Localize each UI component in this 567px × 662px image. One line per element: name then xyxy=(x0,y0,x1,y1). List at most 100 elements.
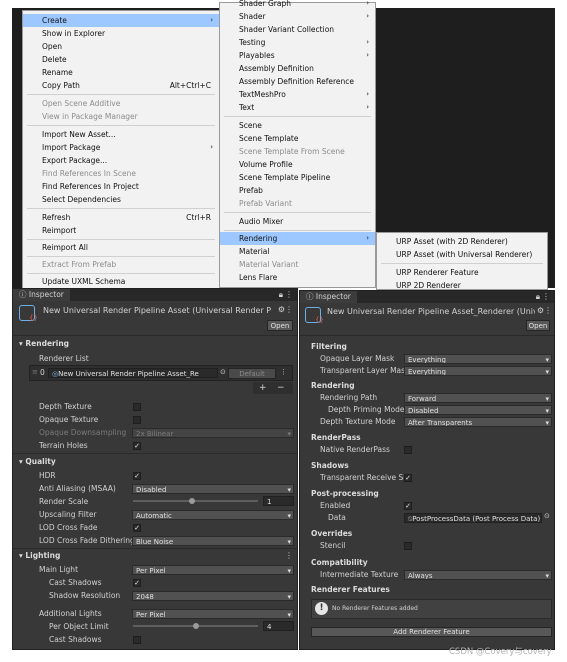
tab-inspector[interactable]: ⓘ Inspector xyxy=(300,291,357,303)
menu-item-find-references-in-project[interactable]: Find References In Project xyxy=(23,180,219,193)
menu-icon[interactable]: ⋮ xyxy=(280,368,287,376)
shadow-resolution-dropdown[interactable]: 2048 xyxy=(132,591,294,601)
default-button[interactable]: Default xyxy=(228,368,276,379)
create-item-playables[interactable]: Playables › xyxy=(220,49,375,62)
lod-cross-fade-checkbox[interactable]: ✓ xyxy=(133,524,141,532)
per-object-limit-slider-handle[interactable] xyxy=(193,623,199,629)
more-icon[interactable]: ⋮ xyxy=(544,306,552,315)
menu-item-copy-path[interactable]: Copy Path Alt+Ctrl+C xyxy=(23,79,219,92)
menu-item-view-in-package-manager[interactable]: View in Package Manager xyxy=(23,110,219,123)
add-renderer-button[interactable]: + xyxy=(259,383,267,393)
create-item-scene-template[interactable]: Scene Template xyxy=(220,132,375,145)
rendering-item-urp-asset-with-universal-renderer[interactable]: URP Asset (with Universal Renderer) xyxy=(377,248,547,261)
transparent-layer-mask-dropdown[interactable]: Everything xyxy=(404,366,552,376)
create-item-testing[interactable]: Testing › xyxy=(220,36,375,49)
render-scale-field[interactable]: 1 xyxy=(263,496,294,506)
open-button[interactable]: Open xyxy=(526,320,550,331)
create-item-shader-variant-collection[interactable]: Shader Variant Collection xyxy=(220,23,375,36)
cast-shadows-checkbox-2[interactable] xyxy=(133,636,141,644)
depth-texture-mode-dropdown[interactable]: After Transparents xyxy=(404,417,552,427)
render-scale-slider[interactable] xyxy=(133,500,258,502)
create-item-scene[interactable]: Scene xyxy=(220,119,375,132)
create-item-shader-graph[interactable]: Shader Graph › xyxy=(220,0,375,10)
menu-item-reimport[interactable]: Reimport xyxy=(23,224,219,237)
menu-item-create[interactable]: Create › xyxy=(23,14,219,27)
menu-item-delete[interactable]: Delete xyxy=(23,53,219,66)
post-processing-enabled-checkbox[interactable]: ✓ xyxy=(404,502,412,510)
section-lighting[interactable]: ▾ Lighting xyxy=(19,551,60,560)
opaque-texture-checkbox[interactable] xyxy=(133,416,141,424)
main-light-label: Main Light xyxy=(39,565,79,574)
opaque-layer-mask-dropdown[interactable]: Everything xyxy=(404,354,552,364)
create-item-material[interactable]: Material xyxy=(220,245,375,258)
intermediate-texture-dropdown[interactable]: Always xyxy=(404,570,552,580)
open-button[interactable]: Open xyxy=(267,320,293,331)
lock-icon[interactable]: 🔒︎ xyxy=(279,290,283,300)
settings-icon[interactable]: ⚙︎ xyxy=(278,305,285,314)
create-item-prefab-variant[interactable]: Prefab Variant xyxy=(220,197,375,210)
native-renderpass-checkbox[interactable] xyxy=(404,446,412,454)
menu-item-import-new-asset[interactable]: Import New Asset... xyxy=(23,128,219,141)
create-item-material-variant[interactable]: Material Variant xyxy=(220,258,375,271)
stencil-checkbox[interactable] xyxy=(404,542,412,550)
create-item-text[interactable]: Text › xyxy=(220,101,375,114)
create-item-scene-template-from-scene[interactable]: Scene Template From Scene xyxy=(220,145,375,158)
create-item-assembly-definition[interactable]: Assembly Definition xyxy=(220,62,375,75)
tab-inspector[interactable]: ⓘ Inspector xyxy=(13,289,70,301)
post-processing-data-field[interactable]: ⍉PostProcessData (Post Process Data) xyxy=(404,513,542,523)
rendering-item-urp-renderer-feature[interactable]: URP Renderer Feature xyxy=(377,266,547,279)
more-icon[interactable]: ⋮ xyxy=(285,551,293,560)
create-item-volume-profile[interactable]: Volume Profile xyxy=(220,158,375,171)
object-picker-icon[interactable]: ⊙ xyxy=(544,512,550,520)
transparent-receive-shadows-label: Transparent Receive Sha xyxy=(320,473,413,482)
more-icon[interactable]: ⋮ xyxy=(285,305,293,314)
rendering-item-urp-asset-with-2d-renderer[interactable]: URP Asset (with 2D Renderer) xyxy=(377,235,547,248)
menu-item-reimport-all[interactable]: Reimport All xyxy=(23,241,219,254)
menu-item-import-package[interactable]: Import Package › xyxy=(23,141,219,154)
menu-item-open[interactable]: Open xyxy=(23,40,219,53)
opaque-downsampling-dropdown[interactable]: 2x Bilinear xyxy=(132,428,294,438)
create-item-audio-mixer[interactable]: Audio Mixer xyxy=(220,215,375,228)
msaa-dropdown[interactable]: Disabled xyxy=(132,484,294,494)
create-item-prefab[interactable]: Prefab xyxy=(220,184,375,197)
object-picker-icon[interactable]: ⊙ xyxy=(220,368,226,376)
menu-item-select-dependencies[interactable]: Select Dependencies xyxy=(23,193,219,206)
menu-item-open-scene-additive[interactable]: Open Scene Additive xyxy=(23,97,219,110)
main-light-dropdown[interactable]: Per Pixel xyxy=(132,565,294,575)
depth-priming-mode-dropdown[interactable]: Disabled xyxy=(404,405,552,415)
menu-item-find-references-in-scene[interactable]: Find References In Scene xyxy=(23,167,219,180)
create-item-textmeshpro[interactable]: TextMeshPro › xyxy=(220,88,375,101)
create-item-scene-template-pipeline[interactable]: Scene Template Pipeline xyxy=(220,171,375,184)
lock-icon[interactable]: 🔒︎ xyxy=(536,292,540,302)
rendering-path-dropdown[interactable]: Forward xyxy=(404,393,552,403)
per-object-limit-field[interactable]: 4 xyxy=(263,621,294,631)
depth-texture-checkbox[interactable] xyxy=(133,403,141,411)
create-item-shader[interactable]: Shader › xyxy=(220,10,375,23)
create-item-lens-flare[interactable]: Lens Flare xyxy=(220,271,375,284)
additional-lights-dropdown[interactable]: Per Pixel xyxy=(132,609,294,619)
menu-item-update-uxml-schema[interactable]: Update UXML Schema xyxy=(23,275,219,288)
menu-item-export-package[interactable]: Export Package... xyxy=(23,154,219,167)
transparent-receive-shadows-checkbox[interactable]: ✓ xyxy=(404,474,412,482)
renderer-object-field[interactable]: ◎New Universal Render Pipeline Asset_Re xyxy=(48,368,218,378)
terrain-holes-checkbox[interactable]: ✓ xyxy=(133,442,141,450)
create-item-assembly-definition-reference[interactable]: Assembly Definition Reference xyxy=(220,75,375,88)
hdr-checkbox[interactable]: ✓ xyxy=(133,472,141,480)
menu-item-extract-from-prefab[interactable]: Extract From Prefab xyxy=(23,258,219,271)
menu-item-rename[interactable]: Rename xyxy=(23,66,219,79)
settings-icon[interactable]: ⚙︎ xyxy=(537,306,544,315)
cast-shadows-checkbox[interactable]: ✓ xyxy=(133,579,141,587)
section-rendering[interactable]: ▾ Rendering xyxy=(19,339,69,348)
render-scale-slider-handle[interactable] xyxy=(189,498,195,504)
remove-renderer-button[interactable]: − xyxy=(277,383,285,393)
menu-item-refresh[interactable]: Refresh Ctrl+R xyxy=(23,211,219,224)
menu-item-show-in-explorer[interactable]: Show in Explorer xyxy=(23,27,219,40)
more-menu-icon[interactable]: ⋮ xyxy=(285,290,293,299)
create-item-rendering[interactable]: Rendering › xyxy=(220,232,375,245)
drag-handle-icon[interactable]: ≡ xyxy=(32,368,38,376)
upscaling-filter-dropdown[interactable]: Automatic xyxy=(132,510,294,520)
lod-dithering-dropdown[interactable]: Blue Noise xyxy=(132,536,294,546)
add-renderer-feature-button[interactable]: Add Renderer Feature xyxy=(311,627,552,637)
more-menu-icon[interactable]: ⋮ xyxy=(542,292,550,301)
section-quality[interactable]: ▾ Quality xyxy=(19,457,56,466)
